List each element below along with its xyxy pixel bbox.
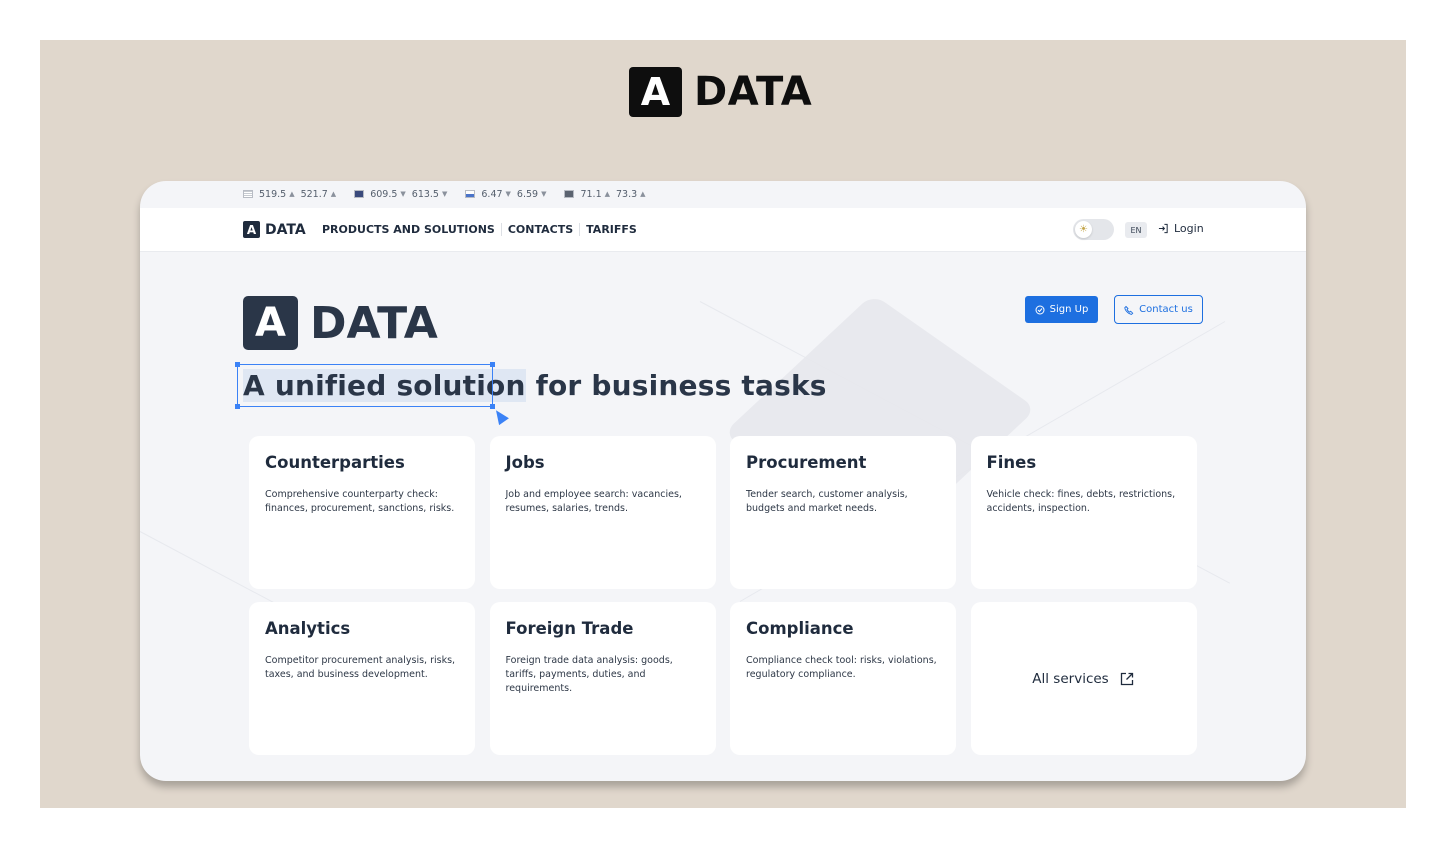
card-title: Compliance (746, 619, 854, 638)
ticker-value: 519.5 (259, 188, 287, 200)
card-title: Fines (986, 453, 1037, 472)
service-card-procurement[interactable]: Procurement Tender search, customer anal… (730, 436, 956, 589)
oil-icon (564, 190, 575, 198)
sign-up-label: Sign Up (1049, 304, 1089, 315)
ticker-value: 521.7 (300, 188, 328, 200)
nav-item-tariffs[interactable]: TARIFFS (580, 223, 643, 236)
logo-wordmark: DATA (265, 221, 306, 238)
selection-handle[interactable] (490, 362, 495, 367)
card-description: Compliance check tool: risks, violations… (746, 655, 937, 680)
arrow-down-icon: ▼ (505, 190, 511, 198)
mouse-cursor-icon (491, 406, 509, 426)
arrow-up-icon: ▲ (640, 190, 646, 198)
top-navigation: A DATA PRODUCTS AND SOLUTIONS CONTACTS T… (140, 208, 1306, 252)
all-services-label: All services (1032, 670, 1109, 687)
selection-handle[interactable] (235, 362, 240, 367)
card-title: Procurement (746, 453, 867, 472)
selection-handle[interactable] (235, 404, 240, 409)
service-card-counterparties[interactable]: Counterparties Comprehensive counterpart… (249, 436, 475, 589)
nav-item-contacts[interactable]: CONTACTS (502, 223, 581, 236)
eu-flag-icon (354, 190, 365, 198)
logo-mark: A (243, 296, 298, 350)
login-button[interactable]: Login (1158, 222, 1204, 235)
contact-us-label: Contact us (1139, 304, 1193, 315)
ticker-value: 71.1 (580, 188, 602, 200)
card-description: Foreign trade data analysis: goods, tari… (505, 655, 673, 694)
card-title: Jobs (505, 453, 545, 472)
selection-handle[interactable] (490, 404, 495, 409)
arrow-down-icon: ▼ (541, 190, 547, 198)
sign-up-button[interactable]: Sign Up (1025, 296, 1098, 323)
nav-menu: PRODUCTS AND SOLUTIONS CONTACTS TARIFFS (322, 223, 643, 236)
all-services-card[interactable]: All services (970, 602, 1197, 755)
hero-logo: A DATA (243, 296, 438, 350)
flag-icon (465, 190, 476, 198)
check-circle-icon (1035, 305, 1045, 314)
card-description: Tender search, customer analysis, budget… (746, 489, 908, 514)
nav-logo[interactable]: A DATA (243, 221, 306, 238)
service-card-analytics[interactable]: Analytics Competitor procurement analysi… (249, 602, 475, 755)
browser-window: 519.5 ▲ 521.7 ▲ 609.5 ▼ 613.5 ▼ 6.47 ▼ 6.59 ▼ … (140, 181, 1306, 781)
ticker-value: 613.5 (411, 188, 439, 200)
ticker-item: 519.5 ▲ 521.7 ▲ (243, 189, 342, 200)
hero-headline: A unified solution for business tasks (243, 369, 827, 402)
language-selector[interactable]: EN (1125, 222, 1147, 238)
login-icon (1158, 223, 1168, 234)
card-description: Competitor procurement analysis, risks, … (265, 655, 456, 680)
login-label: Login (1174, 222, 1204, 235)
card-title: Analytics (265, 619, 351, 638)
currency-ticker: 519.5 ▲ 521.7 ▲ 609.5 ▼ 613.5 ▼ 6.47 ▼ 6.59 ▼ … (243, 187, 664, 201)
arrow-up-icon: ▲ (289, 190, 295, 198)
headline-rest-text: for business tasks (525, 369, 827, 402)
nav-item-products[interactable]: PRODUCTS AND SOLUTIONS (322, 223, 502, 236)
theme-toggle[interactable]: ☀ (1073, 219, 1114, 240)
ticker-value: 6.47 (481, 188, 503, 200)
ticker-value: 73.3 (616, 188, 638, 200)
ticker-item: 6.47 ▼ 6.59 ▼ (465, 189, 552, 200)
logo-wordmark: DATA (310, 297, 438, 349)
card-title: Foreign Trade (505, 619, 634, 638)
logo-wordmark: DATA (694, 69, 813, 115)
sun-icon: ☀ (1075, 221, 1092, 238)
card-description: Comprehensive counterparty check: financ… (265, 489, 455, 514)
card-description: Vehicle check: fines, debts, restriction… (986, 489, 1176, 514)
external-link-icon (1120, 672, 1133, 685)
logo-mark: A (629, 67, 682, 117)
headline-selected-text[interactable]: A unified solution (243, 369, 526, 402)
card-description: Job and employee search: vacancies, resu… (505, 489, 682, 514)
logo-mark: A (243, 221, 260, 238)
service-card-compliance[interactable]: Compliance Compliance check tool: risks,… (730, 602, 956, 755)
services-grid: Counterparties Comprehensive counterpart… (249, 436, 1197, 755)
contact-us-button[interactable]: Contact us (1114, 295, 1203, 324)
arrow-down-icon: ▼ (441, 190, 448, 198)
ticker-item: 609.5 ▼ 613.5 ▼ (354, 189, 453, 200)
service-card-jobs[interactable]: Jobs Job and employee search: vacancies,… (489, 436, 716, 589)
ticker-value: 6.59 (516, 188, 539, 200)
ticker-item: 71.1 ▲ 73.3 ▲ (564, 189, 651, 200)
arrow-up-icon: ▲ (330, 190, 337, 198)
brand-logo-large: A DATA (629, 67, 812, 117)
service-card-fines[interactable]: Fines Vehicle check: fines, debts, restr… (970, 436, 1197, 589)
service-card-foreign-trade[interactable]: Foreign Trade Foreign trade data analysi… (489, 602, 716, 755)
arrow-down-icon: ▼ (400, 190, 406, 198)
card-title: Counterparties (265, 453, 405, 472)
arrow-up-icon: ▲ (604, 190, 611, 198)
phone-icon (1124, 305, 1134, 315)
ticker-value: 609.5 (370, 188, 398, 200)
us-flag-icon (243, 190, 253, 198)
